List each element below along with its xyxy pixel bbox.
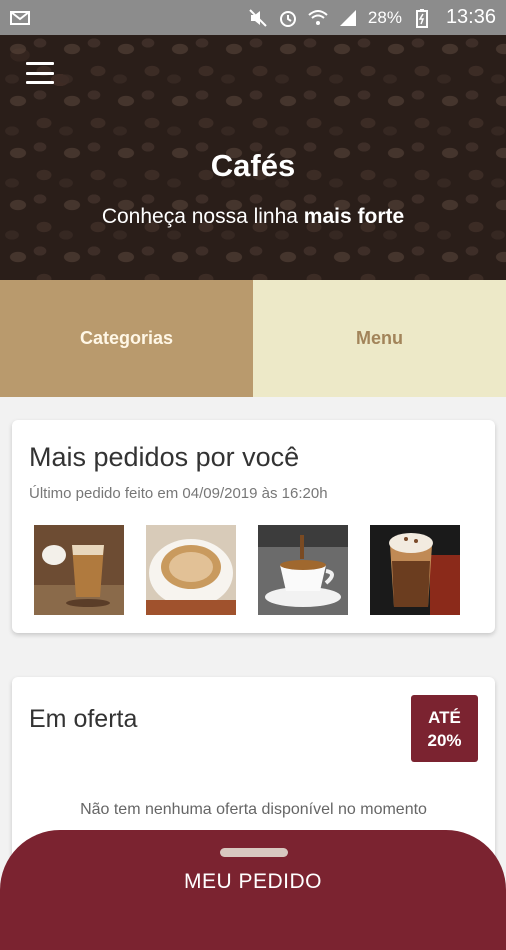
recent-orders-title: Mais pedidos por você [29,442,300,472]
tab-menu[interactable]: Menu [253,280,506,397]
offers-title: Em oferta [29,705,138,733]
discount-badge-line1: ATÉ [428,707,461,727]
hero-banner: Cafés Conheça nossa linha mais forte [0,35,506,280]
latte-image [370,525,460,615]
mute-icon [248,8,268,28]
recent-orders-list [34,525,460,615]
coffee-product-thumb[interactable] [34,525,124,615]
hero-subtitle-regular: Conheça nossa linha [101,205,304,228]
discount-badge: ATÉ 20% [411,695,478,762]
coffee-product-thumb[interactable] [258,525,348,615]
alarm-icon [278,8,298,28]
drag-handle[interactable] [220,848,288,857]
discount-badge-line2: 20% [427,730,462,750]
my-order-label: MEU PEDIDO [183,870,322,893]
hero-title: Cafés [210,148,296,183]
tab-menu-label: Menu [356,328,403,348]
battery-percent: 28% [367,7,402,27]
hero-subtitle-bold: mais forte [303,205,405,228]
coffee-product-thumb[interactable] [370,525,460,615]
status-bar: 28% 13:36 [0,0,506,35]
mail-icon [10,8,30,28]
recent-orders-subtitle: Último pedido feito em 04/09/2019 às 16:… [29,485,328,502]
hamburger-menu-icon[interactable] [26,62,54,84]
tab-categorias[interactable]: Categorias [0,280,253,397]
tab-categorias-label: Categorias [79,328,174,348]
recent-orders-card: Mais pedidos por você Último pedido feit… [12,420,495,633]
cappuccino-image [146,525,236,615]
coffee-product-thumb[interactable] [146,525,236,615]
offers-empty-message: Não tem nenhuma oferta disponível no mom… [80,801,427,818]
my-order-sheet[interactable]: MEU PEDIDO [0,830,506,950]
hero-subtitle: Conheça nossa linha mais forte [0,205,506,229]
iced-coffee-image [34,525,124,615]
espresso-image [258,525,348,615]
wifi-icon [308,8,328,28]
battery-icon [412,8,432,28]
category-tabs: Categorias Menu [0,280,506,397]
signal-icon [338,8,358,28]
clock: 13:36 [445,6,496,28]
